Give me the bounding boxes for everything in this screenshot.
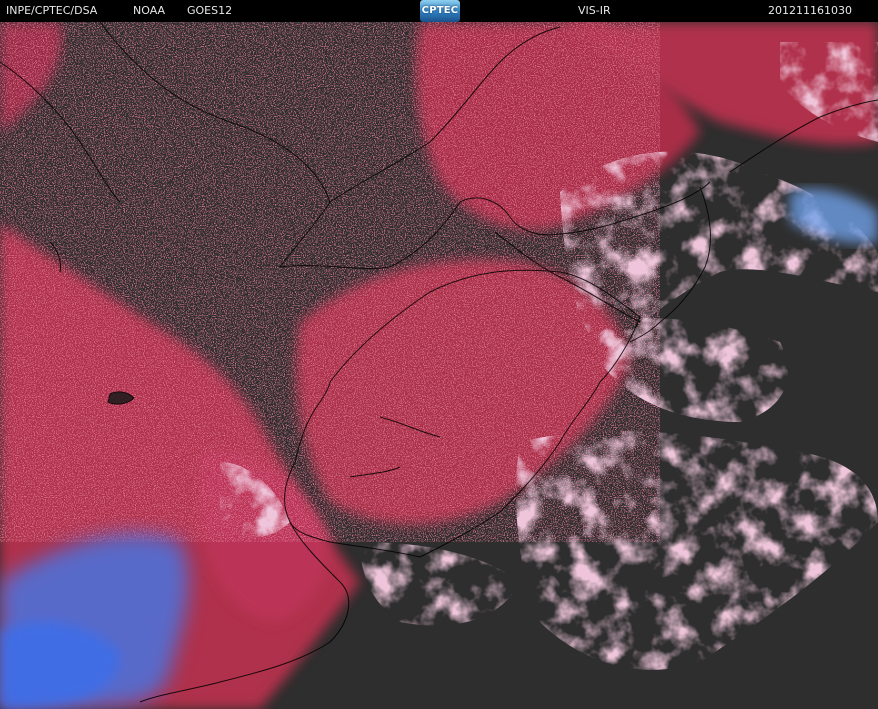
satellite-image (0, 22, 878, 709)
provider-label: NOAA (133, 4, 166, 17)
product-label: VIS-IR (578, 4, 611, 17)
agency-label: INPE/CPTEC/DSA (6, 4, 98, 17)
datetime-label: 201211161030 (768, 4, 852, 17)
satellite-label: GOES12 (187, 4, 233, 17)
cptec-logo: CPTEC (420, 0, 460, 22)
header-bar: INPE/CPTEC/DSA NOAA GOES12 CPTEC VIS-IR … (0, 0, 878, 22)
logo-text: CPTEC (421, 5, 459, 16)
